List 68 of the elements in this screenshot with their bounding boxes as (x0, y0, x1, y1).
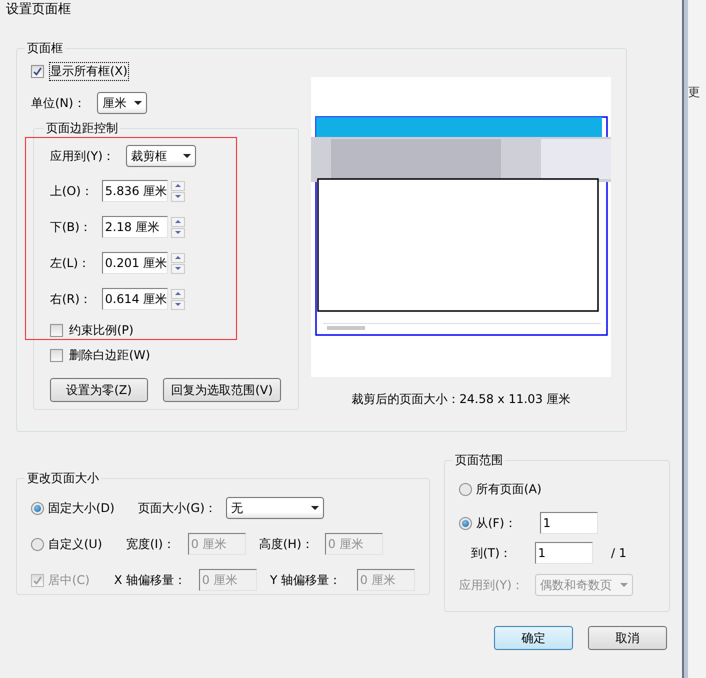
group-title: 页面边距控制 (45, 120, 119, 137)
width-label: 宽度(I)： (126, 536, 176, 552)
window-title: 设置页面框 (6, 1, 71, 18)
unit-label: 单位(N)： (31, 94, 86, 112)
x-offset-label: X 轴偏移量： (114, 572, 188, 588)
radio-label[interactable]: 自定义(U) (48, 536, 126, 552)
dropdown-arrow-icon (183, 154, 191, 158)
group-title: 页面框 (26, 40, 64, 57)
spin-up-button[interactable] (171, 180, 185, 190)
spin-up-button[interactable] (171, 288, 185, 298)
action-button[interactable]: 设置为零(Z) (50, 378, 148, 402)
height-label: 高度(H)： (259, 536, 314, 552)
triangle-down-icon (175, 231, 181, 234)
page-size-label: 页面大小(G)： (138, 500, 218, 516)
checkbox-label[interactable]: 删除白边距(W) (69, 347, 150, 364)
triangle-down-icon (175, 195, 181, 198)
radio-button[interactable] (31, 538, 44, 550)
margin-input[interactable]: 0.201 厘米 (102, 252, 168, 274)
y-offset-label: Y 轴偏移量： (270, 572, 342, 588)
page-size-dropdown[interactable]: 无 (226, 497, 324, 519)
from-input[interactable]: 1 (540, 512, 598, 534)
radio-label[interactable]: 固定大小(D) (48, 500, 138, 516)
page-size-caption: 裁剪后的页面大小：24.58 x 11.03 厘米 (351, 391, 571, 408)
to-input[interactable]: 1 (535, 542, 593, 564)
radio-label[interactable]: 所有页面(A) (476, 481, 542, 498)
triangle-down-icon (175, 267, 181, 270)
apply-to-label: 应用到(Y)： (50, 148, 114, 164)
margin-input[interactable]: 0.614 厘米 (102, 288, 168, 310)
margin-label: 左(L)： (50, 254, 92, 272)
radio-label[interactable]: 从(F)： (476, 514, 540, 532)
triangle-up-icon (175, 256, 181, 259)
margin-label: 下(B)： (50, 218, 93, 236)
apply-to-label: 应用到(Y)： (459, 576, 525, 594)
background-text: 更 (688, 84, 700, 101)
triangle-down-icon (175, 303, 181, 306)
spin-down-button[interactable] (171, 300, 185, 310)
dialog-button[interactable]: 确定 (494, 626, 573, 650)
group-title: 更改页面大小 (26, 470, 100, 487)
to-label: 到(T)： (471, 544, 513, 562)
dropdown-arrow-icon (134, 101, 142, 105)
margin-label: 上(O)： (50, 182, 94, 200)
spin-down-button[interactable] (171, 264, 185, 274)
dropdown-arrow-icon (620, 583, 628, 587)
dialog-button[interactable]: 取消 (588, 626, 667, 650)
triangle-up-icon (175, 292, 181, 295)
action-button[interactable]: 回复为选取范围(V) (163, 378, 281, 402)
group-title: 页面范围 (454, 452, 504, 469)
spin-up-button[interactable] (171, 252, 185, 262)
apply-to-dropdown[interactable]: 裁剪框 (126, 145, 196, 167)
page-total: / 1 (611, 546, 626, 560)
spin-up-button[interactable] (171, 216, 185, 226)
margin-input[interactable]: 5.836 厘米 (102, 180, 168, 202)
spin-down-button[interactable] (171, 228, 185, 238)
checkbox-label[interactable]: 显示所有框(X) (50, 63, 128, 80)
triangle-up-icon (175, 220, 181, 223)
checkbox[interactable] (50, 349, 63, 362)
margin-label: 右(R)： (50, 290, 93, 308)
triangle-up-icon (175, 184, 181, 187)
margin-input[interactable]: 2.18 厘米 (102, 216, 168, 238)
spin-down-button[interactable] (171, 192, 185, 202)
unit-dropdown[interactable]: 厘米 (97, 92, 148, 114)
radio-button[interactable] (459, 516, 472, 530)
checkbox[interactable] (50, 324, 63, 337)
dropdown-arrow-icon (311, 506, 319, 510)
radio-button[interactable] (31, 502, 44, 514)
checkbox-label[interactable]: 约束比例(P) (69, 322, 134, 339)
checkbox[interactable] (31, 65, 44, 78)
radio-button[interactable] (459, 483, 472, 496)
